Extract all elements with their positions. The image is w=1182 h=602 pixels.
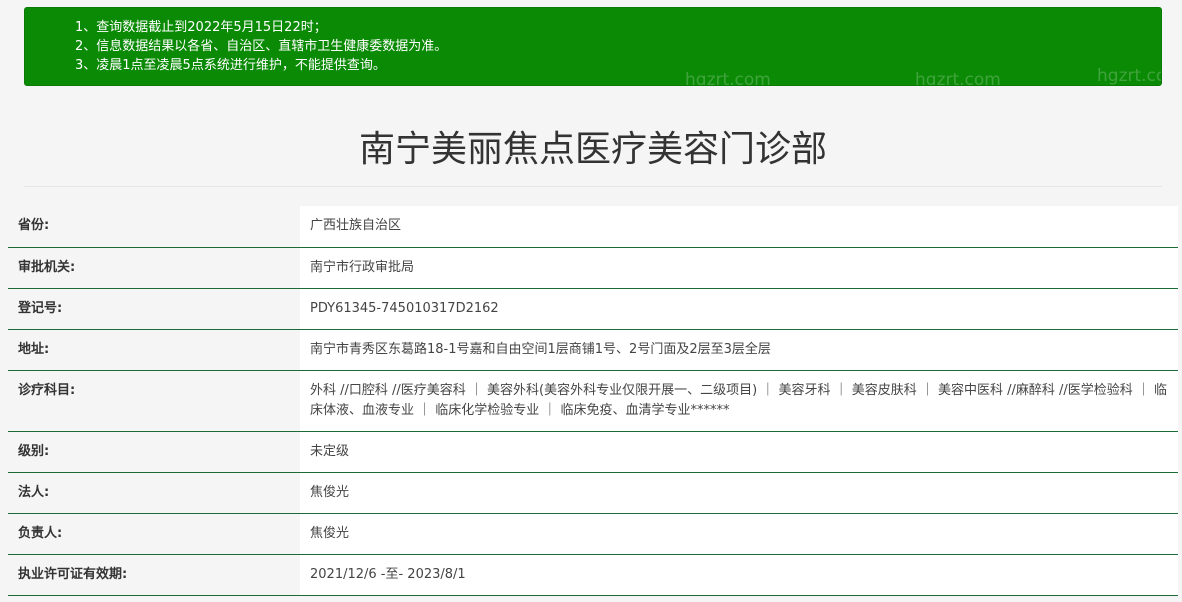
page-title: 南宁美丽焦点医疗美容门诊部	[358, 129, 827, 170]
notice-line-2: 2、信息数据结果以各省、自治区、直辖市卫生健康委数据为准。	[75, 39, 448, 54]
row-value: 南宁市青秀区东葛路18-1号嘉和自由空间1层商铺1号、2号门面及2层至3层全层	[300, 329, 1178, 371]
notice-line-1: 1、查询数据截止到2022年5月15日22时；	[75, 20, 327, 35]
row-label: 审批机关:	[8, 247, 300, 289]
row-label: 地址:	[8, 329, 300, 371]
table-row: 诊疗科目: 外科 //口腔科 //医疗美容科 ｜ 美容外科(美容外科专业仅限开展…	[8, 370, 1178, 432]
row-value: 2021/12/6 -至- 2023/8/1	[300, 554, 1178, 596]
info-table: 省份: 广西壮族自治区 审批机关: 南宁市行政审批局 登记号: PDY61345…	[8, 206, 1178, 596]
notice-line-3: 3、凌晨1点至凌晨5点系统进行维护，不能提供查询。	[75, 58, 386, 73]
table-row: 执业许可证有效期: 2021/12/6 -至- 2023/8/1	[8, 554, 1178, 596]
row-value: PDY61345-745010317D2162	[300, 288, 1178, 330]
row-value: 外科 //口腔科 //医疗美容科 ｜ 美容外科(美容外科专业仅限开展一、二级项目…	[300, 370, 1178, 432]
row-label: 诊疗科目:	[8, 370, 300, 432]
title-section: 南宁美丽焦点医疗美容门诊部	[24, 120, 1162, 180]
row-label: 执业许可证有效期:	[8, 554, 300, 596]
row-label: 法人:	[8, 472, 300, 514]
table-row: 负责人: 焦俊光	[8, 513, 1178, 555]
notice-banner: 1、查询数据截止到2022年5月15日22时； 2、信息数据结果以各省、自治区、…	[24, 7, 1162, 86]
row-label: 登记号:	[8, 288, 300, 330]
row-label: 负责人:	[8, 513, 300, 555]
table-row: 级别: 未定级	[8, 431, 1178, 473]
table-row: 审批机关: 南宁市行政审批局	[8, 247, 1178, 289]
row-value: 未定级	[300, 431, 1178, 473]
title-divider	[24, 186, 1162, 187]
table-row: 地址: 南宁市青秀区东葛路18-1号嘉和自由空间1层商铺1号、2号门面及2层至3…	[8, 329, 1178, 371]
row-label: 级别:	[8, 431, 300, 473]
row-value: 焦俊光	[300, 513, 1178, 555]
row-value: 南宁市行政审批局	[300, 247, 1178, 289]
row-label: 省份:	[8, 206, 300, 248]
table-row: 法人: 焦俊光	[8, 472, 1178, 514]
table-row: 登记号: PDY61345-745010317D2162	[8, 288, 1178, 330]
row-value: 广西壮族自治区	[300, 206, 1178, 248]
row-value: 焦俊光	[300, 472, 1178, 514]
table-row: 省份: 广西壮族自治区	[8, 206, 1178, 248]
